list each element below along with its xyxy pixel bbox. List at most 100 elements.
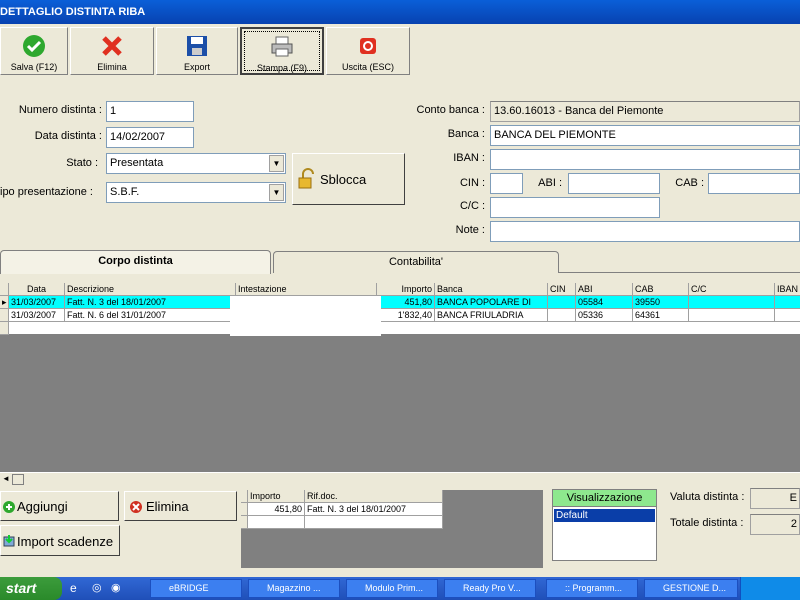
sub-grid-header-cell[interactable]: Importo	[248, 490, 305, 503]
grid-cell[interactable]: Fatt. N. 6 del 31/01/2007	[65, 309, 236, 322]
grid-header-cell[interactable]: ABI	[576, 283, 633, 296]
totale-label: Totale distinta :	[670, 517, 744, 529]
start-button[interactable]: start	[0, 577, 62, 600]
row-selector[interactable]	[241, 503, 248, 516]
grid-header-cell[interactable]: CIN	[548, 283, 576, 296]
task-modulo-prim[interactable]: Modulo Prim...	[346, 579, 438, 598]
horizontal-scrollbar[interactable]: ◄	[0, 472, 800, 486]
delete-button[interactable]: Elimina	[70, 27, 154, 75]
cin-label: CIN :	[459, 177, 485, 189]
media-icon[interactable]: ◉	[111, 581, 121, 594]
toolbar: Salva (F12) Elimina Export Stampa (F9) U…	[0, 24, 800, 76]
table-row[interactable]: ▸ 31/03/2007 Fatt. N. 3 del 18/01/2007 4…	[0, 296, 800, 309]
stato-label: Stato :	[66, 157, 98, 169]
system-tray[interactable]	[740, 577, 800, 600]
grid-header-cell[interactable]: CAB	[633, 283, 689, 296]
grid-header-cell[interactable]: Banca	[435, 283, 548, 296]
print-button[interactable]: Stampa (F9)	[240, 27, 324, 75]
sub-grid-cell[interactable]: Fatt. N. 3 del 18/01/2007	[305, 503, 443, 516]
data-label: Data distinta :	[34, 130, 102, 142]
stato-select[interactable]: Presentata ▼	[106, 153, 286, 174]
table-row[interactable]: 31/03/2007 Fatt. N. 6 del 31/01/2007 1'8…	[0, 309, 800, 322]
scroll-left-icon[interactable]: ◄	[2, 474, 10, 483]
cab-field[interactable]	[708, 173, 800, 194]
grid-header-cell[interactable]: Descrizione	[65, 283, 236, 296]
grid-header-cell[interactable]: Importo	[377, 283, 435, 296]
task-magazzino[interactable]: Magazzino ...	[248, 579, 340, 598]
conto-field[interactable]: 13.60.16013 - Banca del Piemonte	[490, 101, 800, 122]
import-scadenze-button[interactable]: Import scadenze	[0, 525, 120, 556]
scroll-thumb[interactable]	[12, 474, 24, 485]
ie-icon[interactable]: e	[70, 581, 77, 595]
tipo-select[interactable]: S.B.F. ▼	[106, 182, 286, 203]
export-button[interactable]: Export	[156, 27, 238, 75]
chevron-down-icon[interactable]: ▼	[269, 155, 284, 172]
note-field[interactable]	[490, 221, 800, 242]
grid-cell[interactable]: 1'832,40	[377, 309, 435, 322]
outlook-icon[interactable]: ◎	[92, 581, 102, 594]
row-selector[interactable]	[0, 309, 9, 322]
sub-grid-header-cell[interactable]: Rif.doc.	[305, 490, 443, 503]
grid-cell[interactable]: 451,80	[377, 296, 435, 309]
abi-field[interactable]	[568, 173, 660, 194]
grid-cell[interactable]	[775, 296, 800, 309]
grid-cell[interactable]: 05584	[576, 296, 633, 309]
task-ebridge[interactable]: eBRIDGE	[150, 579, 242, 598]
tab-contabilita[interactable]: Contabilita'	[273, 251, 559, 273]
exit-button[interactable]: Uscita (ESC)	[326, 27, 410, 75]
export-label: Export	[183, 62, 210, 72]
elimina-row-button[interactable]: Elimina	[124, 491, 237, 521]
grid-cell[interactable]	[548, 309, 576, 322]
grid-cell[interactable]	[775, 309, 800, 322]
iban-field[interactable]	[490, 149, 800, 170]
row-selector[interactable]	[0, 322, 9, 335]
grid-cell[interactable]: 31/03/2007	[9, 296, 65, 309]
cc-label: C/C :	[459, 200, 485, 212]
grid-cell[interactable]: BANCA POPOLARE DI	[435, 296, 548, 309]
visualizzazione-header: Visualizzazione	[553, 490, 656, 507]
tab-corpo-label: Corpo distinta	[98, 255, 173, 267]
numero-field[interactable]: 1	[106, 101, 194, 122]
grid-cell[interactable]: 64361	[633, 309, 689, 322]
sub-grid-cell[interactable]	[305, 516, 443, 529]
row-selector[interactable]	[241, 516, 248, 529]
task-ready-pro[interactable]: Ready Pro V...	[444, 579, 536, 598]
grid-cell[interactable]: 05336	[576, 309, 633, 322]
grid-cell[interactable]: 39550	[633, 296, 689, 309]
tab-baseline	[559, 272, 800, 273]
task-programm[interactable]: :: Programm...	[546, 579, 638, 598]
visualizzazione-item[interactable]: Default	[554, 509, 655, 522]
grid-cell[interactable]: 31/03/2007	[9, 309, 65, 322]
grid-header-cell[interactable]: IBAN	[775, 283, 800, 296]
grid-cell[interactable]: BANCA FRIULADRIA	[435, 309, 548, 322]
grid-header-cell[interactable]: Data	[9, 283, 65, 296]
cc-field[interactable]	[490, 197, 660, 218]
grid-header-cell[interactable]: C/C	[689, 283, 775, 296]
grid-header-cell[interactable]: Intestazione	[236, 283, 377, 296]
banca-field[interactable]: BANCA DEL PIEMONTE	[490, 125, 800, 146]
tab-corpo-distinta[interactable]: Corpo distinta	[0, 250, 271, 274]
valuta-field[interactable]: E	[750, 488, 800, 509]
grid-cell[interactable]	[689, 309, 775, 322]
row-selector[interactable]: ▸	[0, 296, 9, 309]
chevron-down-icon[interactable]: ▼	[269, 184, 284, 201]
valuta-label: Valuta distinta :	[670, 491, 745, 503]
table-row-empty[interactable]	[0, 322, 800, 335]
task-gestione[interactable]: GESTIONE D...	[644, 579, 738, 598]
grid-cell[interactable]	[548, 296, 576, 309]
save-button[interactable]: Salva (F12)	[0, 27, 68, 75]
check-icon	[23, 35, 45, 57]
sub-grid: Importo Rif.doc. 451,80 Fatt. N. 3 del 1…	[241, 490, 543, 568]
sub-grid-cell[interactable]: 451,80	[248, 503, 305, 516]
grid-cell[interactable]	[689, 296, 775, 309]
floppy-disk-icon	[187, 36, 207, 56]
elimina-label: Elimina	[146, 499, 189, 514]
totale-field[interactable]: 2	[750, 514, 800, 535]
aggiungi-button[interactable]: Aggiungi	[0, 491, 119, 521]
grid-cell[interactable]: Fatt. N. 3 del 18/01/2007	[65, 296, 236, 309]
cin-field[interactable]	[490, 173, 523, 194]
data-field[interactable]: 14/02/2007	[106, 127, 194, 148]
sblocca-button[interactable]: Sblocca	[292, 153, 405, 205]
sub-grid-cell[interactable]	[248, 516, 305, 529]
abi-label: ABI :	[538, 177, 562, 189]
